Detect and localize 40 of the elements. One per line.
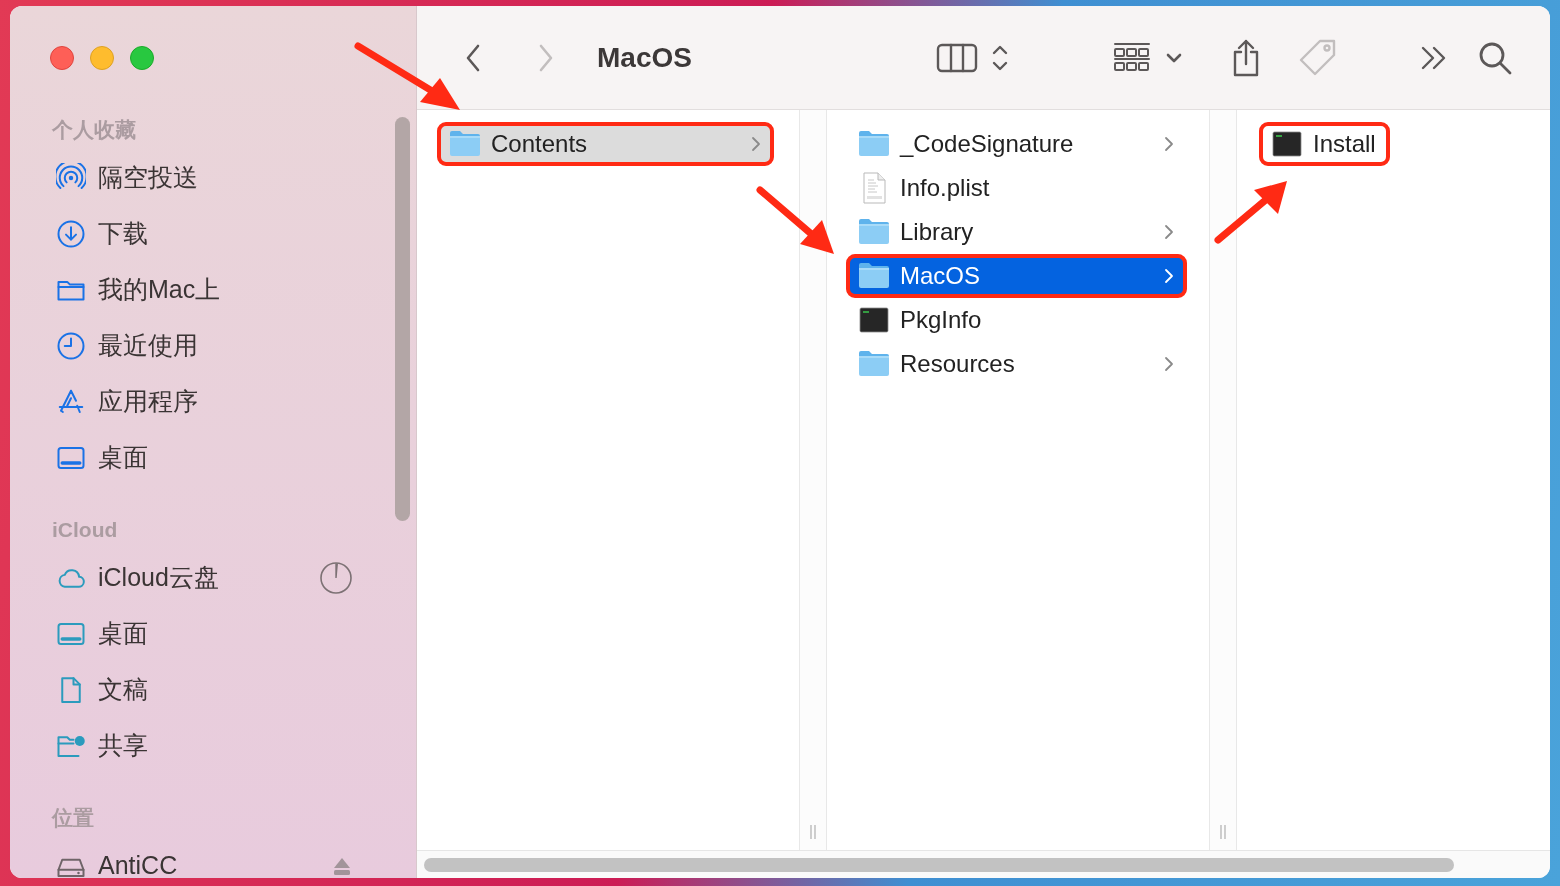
chevron-icon — [750, 135, 762, 153]
sidebar-item[interactable]: AntiCC — [20, 838, 392, 878]
sidebar-item[interactable]: 隔空投送 — [20, 150, 392, 206]
sidebar-item[interactable]: 下载 — [20, 206, 392, 262]
file-row[interactable]: Library — [846, 210, 1187, 254]
eject-icon[interactable] — [332, 856, 352, 876]
sidebar-item[interactable]: 共享 — [20, 718, 392, 774]
chevron-icon — [1163, 267, 1175, 285]
search-icon — [1478, 40, 1512, 75]
zoom-button[interactable] — [130, 46, 154, 70]
file-row[interactable]: MacOS — [846, 254, 1187, 298]
file-row[interactable]: PkgInfo — [846, 298, 1187, 342]
file-row[interactable]: Resources — [846, 342, 1187, 386]
scrollbar-thumb[interactable] — [395, 117, 410, 521]
chevron-icon — [1163, 355, 1175, 373]
section-heading: 个人收藏 — [51, 117, 137, 144]
close-button[interactable] — [50, 46, 74, 70]
sidebar-item[interactable]: 文稿 — [20, 662, 392, 718]
resize-grip[interactable] — [1218, 824, 1228, 840]
file-row[interactable]: Contents — [437, 122, 774, 166]
sidebar-item[interactable]: 最近使用 — [20, 318, 392, 374]
terminal-file-icon — [858, 304, 890, 336]
scrollbar-thumb[interactable] — [424, 857, 1454, 872]
sidebar-item[interactable]: 应用程序 — [20, 374, 392, 430]
section-heading: 位置 — [50, 805, 95, 832]
tag-icon — [1298, 37, 1338, 78]
file-row[interactable]: Install — [1259, 122, 1390, 166]
chevron-icon — [1163, 135, 1175, 153]
chevron-icon — [1163, 223, 1175, 241]
file-row[interactable]: Info.plist — [846, 166, 1187, 210]
minimize-button[interactable] — [90, 46, 114, 70]
resize-grip[interactable] — [808, 824, 818, 840]
sidebar-item[interactable]: 我的Mac上 — [20, 262, 392, 318]
file-row[interactable]: _CodeSignature — [846, 122, 1187, 166]
sidebar-item[interactable]: iCloud云盘 — [20, 550, 392, 606]
section-heading: iCloud — [51, 517, 119, 544]
window-title: MacOS — [597, 40, 692, 75]
sidebar-item[interactable]: 桌面 — [20, 430, 392, 486]
sidebar-item[interactable]: 桌面 — [20, 606, 392, 662]
terminal-file-icon — [1271, 128, 1303, 160]
